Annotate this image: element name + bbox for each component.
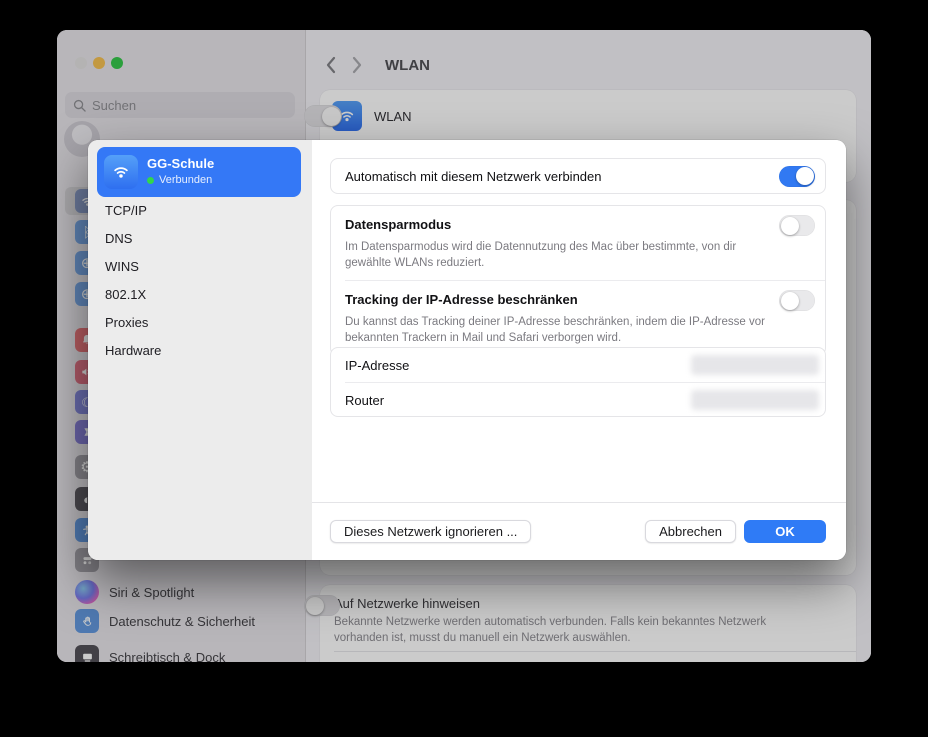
auto-join-label: Automatisch mit diesem Netzwerk verbinde… — [345, 168, 602, 184]
sheet-sidebar-item-dns[interactable]: DNS — [88, 225, 312, 253]
settings-window: Suchen ᛒ ⊕ ⊕ ☾ ⚙ ◐ Siri & Spotlight Date… — [57, 30, 871, 662]
cancel-button[interactable]: Abbrechen — [645, 519, 736, 543]
low-data-description: Im Datensparmodus wird die Datennutzung … — [345, 241, 737, 270]
limit-tracking-label: Tracking der IP-Adresse beschränken — [345, 292, 578, 308]
low-data-section: Datensparmodus Im Datensparmodus wird di… — [331, 206, 825, 280]
ip-address-row: IP-Adresse — [331, 348, 825, 382]
limit-tracking-toggle[interactable] — [779, 290, 815, 312]
low-data-toggle[interactable] — [779, 215, 815, 236]
sheet-sidebar-item-8021x[interactable]: 802.1X — [88, 281, 312, 309]
sheet-content: Automatisch mit diesem Netzwerk verbinde… — [312, 140, 846, 560]
address-card: IP-Adresse Router — [330, 347, 826, 417]
network-status: Verbunden — [159, 174, 213, 186]
router-row: Router — [331, 383, 825, 417]
auto-join-toggle[interactable] — [779, 165, 815, 187]
connected-dot-icon — [147, 176, 154, 184]
sheet-sidebar-item-network[interactable]: GG-Schule Verbunden — [97, 147, 301, 197]
limit-tracking-section: Tracking der IP-Adresse beschränken Du k… — [331, 281, 825, 355]
options-card: Datensparmodus Im Datensparmodus wird di… — [330, 205, 826, 357]
sheet-footer: Dieses Netzwerk ignorieren ... Abbrechen… — [312, 502, 846, 559]
auto-join-card: Automatisch mit diesem Netzwerk verbinde… — [330, 158, 826, 194]
low-data-label: Datensparmodus — [345, 217, 452, 232]
ignore-network-button[interactable]: Dieses Netzwerk ignorieren ... — [330, 519, 532, 543]
wifi-tile-icon — [104, 155, 138, 189]
router-label: Router — [345, 392, 385, 408]
router-value-redacted — [691, 390, 819, 410]
sheet-sidebar-item-wins[interactable]: WINS — [88, 253, 312, 281]
sheet-sidebar-item-tcpip[interactable]: TCP/IP — [88, 197, 312, 225]
sheet-sidebar-item-proxies[interactable]: Proxies — [88, 309, 312, 337]
limit-tracking-description: Du kannst das Tracking deiner IP-Adresse… — [345, 316, 765, 345]
sheet-sidebar: GG-Schule Verbunden TCP/IP DNS WINS 802.… — [88, 140, 312, 560]
sheet-sidebar-item-hardware[interactable]: Hardware — [88, 337, 312, 365]
network-details-sheet: GG-Schule Verbunden TCP/IP DNS WINS 802.… — [88, 140, 846, 560]
ok-button[interactable]: OK — [744, 519, 826, 543]
sheet-tabs: TCP/IP DNS WINS 802.1X Proxies Hardware — [88, 197, 312, 365]
ip-address-value-redacted — [691, 355, 819, 375]
network-name: GG-Schule — [147, 156, 215, 171]
desktop: { "window": { "header": { "title": "WLAN… — [0, 0, 928, 737]
ip-address-label: IP-Adresse — [345, 357, 410, 373]
